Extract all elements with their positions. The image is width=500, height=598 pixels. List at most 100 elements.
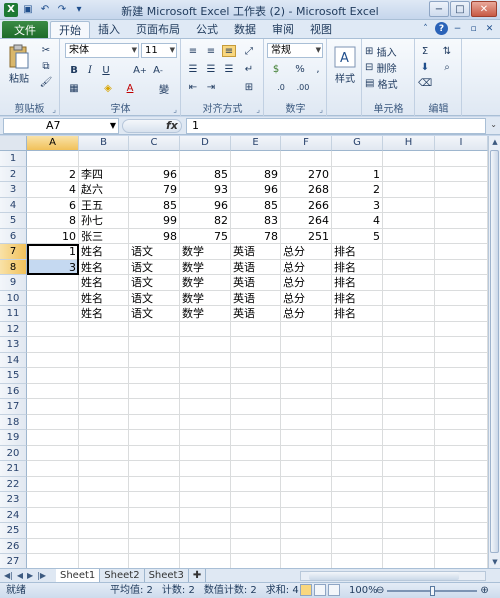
cell-e10[interactable]: 英语 — [231, 291, 281, 306]
cell-f9[interactable]: 总分 — [281, 275, 332, 290]
row-header-23[interactable]: 23 — [0, 492, 27, 508]
cell-c11[interactable]: 语文 — [129, 306, 180, 321]
column-header-e[interactable]: E — [231, 136, 281, 151]
copy-icon[interactable]: ⧉ — [38, 59, 54, 73]
row-header-21[interactable]: 21 — [0, 461, 27, 477]
row-header-27[interactable]: 27 — [0, 554, 27, 568]
font-launcher-icon[interactable]: ⌟ — [173, 105, 177, 114]
cell-g7[interactable]: 排名 — [332, 244, 383, 259]
select-all-corner[interactable] — [0, 136, 27, 151]
cell-a7[interactable]: 1 — [27, 244, 79, 259]
fill-icon[interactable]: ⬇ — [418, 61, 432, 73]
cell-f4[interactable]: 266 — [281, 198, 332, 213]
alignment-launcher-icon[interactable]: ⌟ — [256, 105, 260, 114]
fill-color-icon[interactable]: ◈ — [101, 81, 115, 95]
cell-c6[interactable]: 98 — [129, 229, 180, 244]
paste-button[interactable]: 粘贴 — [6, 71, 32, 85]
cell-b4[interactable]: 王五 — [79, 198, 129, 213]
increase-decimal-icon[interactable]: .0 — [273, 81, 289, 93]
row-header-7[interactable]: 7 — [0, 244, 27, 260]
row-header-12[interactable]: 12 — [0, 321, 27, 337]
normal-view-icon[interactable] — [300, 584, 312, 596]
cell-g9[interactable]: 排名 — [332, 275, 383, 290]
cell-b2[interactable]: 李四 — [79, 167, 129, 182]
horizontal-scroll-thumb[interactable] — [309, 572, 459, 580]
zoom-in-icon[interactable]: ⊕ — [480, 583, 488, 598]
decrease-indent-icon[interactable]: ⇤ — [186, 81, 200, 93]
cell-g2[interactable]: 1 — [332, 167, 383, 182]
cell-d5[interactable]: 82 — [180, 213, 231, 228]
increase-indent-icon[interactable]: ⇥ — [204, 81, 218, 93]
cell-d7[interactable]: 数学 — [180, 244, 231, 259]
row-header-20[interactable]: 20 — [0, 445, 27, 461]
cell-d10[interactable]: 数学 — [180, 291, 231, 306]
cell-c2[interactable]: 96 — [129, 167, 180, 182]
next-sheet-icon[interactable]: ▶ — [27, 569, 33, 583]
cell-c8[interactable]: 语文 — [129, 260, 180, 275]
zoom-level[interactable]: 100% — [349, 583, 378, 598]
align-top-icon[interactable]: ≡ — [186, 45, 200, 57]
row-header-14[interactable]: 14 — [0, 352, 27, 368]
cell-f6[interactable]: 251 — [281, 229, 332, 244]
underline-icon[interactable]: U — [99, 63, 113, 77]
ribbon-minimize-icon[interactable]: ˄ — [419, 22, 432, 35]
column-header-h[interactable]: H — [383, 136, 435, 151]
cell-d4[interactable]: 96 — [180, 198, 231, 213]
cell-g3[interactable]: 2 — [332, 182, 383, 197]
row-header-2[interactable]: 2 — [0, 166, 27, 182]
cell-e7[interactable]: 英语 — [231, 244, 281, 259]
italic-icon[interactable]: I — [83, 63, 97, 77]
formula-input[interactable]: 1 — [186, 118, 486, 134]
name-box[interactable]: A7 ▼ — [3, 118, 119, 134]
scroll-down-icon[interactable]: ▼ — [490, 556, 500, 568]
cell-a4[interactable]: 6 — [27, 198, 79, 213]
scroll-up-icon[interactable]: ▲ — [490, 136, 500, 148]
decrease-decimal-icon[interactable]: .00 — [295, 81, 311, 93]
row-header-15[interactable]: 15 — [0, 368, 27, 384]
orientation-icon[interactable]: ⤢ — [242, 45, 256, 57]
page-break-view-icon[interactable] — [328, 584, 340, 596]
cell-a5[interactable]: 8 — [27, 213, 79, 228]
vertical-scrollbar[interactable]: ▲ ▼ — [488, 136, 500, 568]
row-header-6[interactable]: 6 — [0, 228, 27, 244]
bold-icon[interactable]: B — [67, 63, 81, 77]
cell-f2[interactable]: 270 — [281, 167, 332, 182]
cell-b8[interactable]: 姓名 — [79, 260, 129, 275]
cell-e8[interactable]: 英语 — [231, 260, 281, 275]
cell-f10[interactable]: 总分 — [281, 291, 332, 306]
cell-d2[interactable]: 85 — [180, 167, 231, 182]
cell-a9[interactable] — [27, 275, 79, 290]
tab-review[interactable]: 审阅 — [264, 21, 302, 38]
styles-icon[interactable]: A — [333, 45, 357, 69]
column-header-f[interactable]: F — [281, 136, 332, 151]
zoom-knob[interactable] — [430, 585, 436, 596]
font-size-select[interactable]: 11 ▼ — [141, 43, 177, 58]
align-middle-icon[interactable]: ≡ — [204, 45, 218, 57]
font-name-select[interactable]: 宋体 ▼ — [65, 43, 139, 58]
cell-e2[interactable]: 89 — [231, 167, 281, 182]
grow-font-icon[interactable]: A + — [133, 63, 147, 77]
format-cells-button[interactable]: ▤ 格式 — [365, 77, 413, 91]
number-launcher-icon[interactable]: ⌟ — [319, 105, 323, 114]
zoom-out-icon[interactable]: ⊖ — [376, 583, 384, 598]
column-header-c[interactable]: C — [129, 136, 180, 151]
cell-f11[interactable]: 总分 — [281, 306, 332, 321]
cut-icon[interactable]: ✂ — [38, 43, 54, 57]
shrink-font-icon[interactable]: A- — [151, 63, 165, 77]
cell-e9[interactable]: 英语 — [231, 275, 281, 290]
column-header-b[interactable]: B — [79, 136, 129, 151]
cell-c9[interactable]: 语文 — [129, 275, 180, 290]
cell-f5[interactable]: 264 — [281, 213, 332, 228]
cell-b10[interactable]: 姓名 — [79, 291, 129, 306]
doc-minimize-icon[interactable]: − — [451, 22, 464, 35]
cell-b9[interactable]: 姓名 — [79, 275, 129, 290]
cell-e4[interactable]: 85 — [231, 198, 281, 213]
cell-d3[interactable]: 93 — [180, 182, 231, 197]
tab-data[interactable]: 数据 — [226, 21, 264, 38]
phonetic-icon[interactable]: 變 — [157, 81, 171, 96]
merge-center-icon[interactable]: ⊞ — [242, 81, 256, 93]
cell-c4[interactable]: 85 — [129, 198, 180, 213]
delete-cells-button[interactable]: ⊟ 删除 — [365, 61, 413, 75]
cell-f3[interactable]: 268 — [281, 182, 332, 197]
insert-cells-button[interactable]: ⊞ 插入 — [365, 45, 413, 59]
